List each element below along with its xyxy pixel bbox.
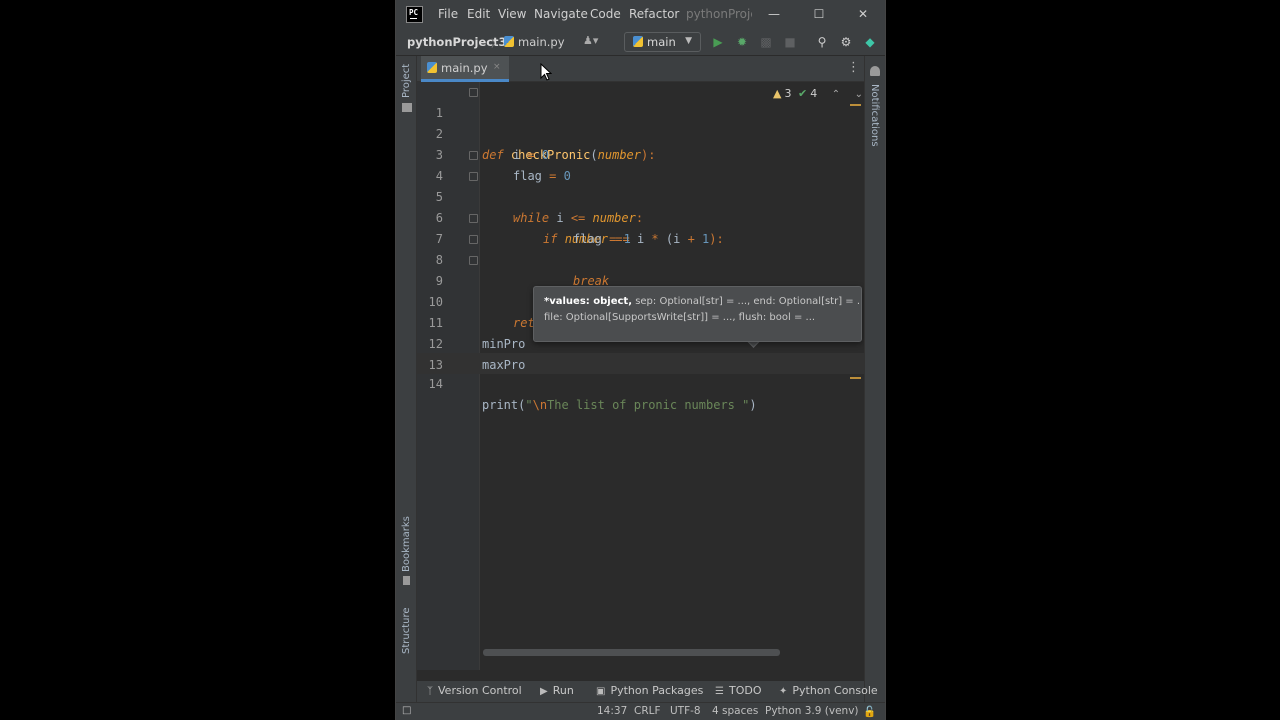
python-file-icon xyxy=(504,36,514,47)
menu-file[interactable]: File xyxy=(438,7,458,21)
run-config-label: main xyxy=(647,35,676,49)
menu-code[interactable]: Code xyxy=(590,7,621,21)
code-line: 5 if number == i * (i + 1): xyxy=(417,166,864,246)
python-console-button[interactable]: ✦ Python Console xyxy=(779,684,878,697)
python-icon xyxy=(633,36,643,47)
toggle-tool-windows-icon[interactable]: □ xyxy=(402,705,411,716)
breadcrumb-file-label: main.py xyxy=(518,35,565,49)
fold-marker-icon[interactable] xyxy=(469,235,478,244)
menu-view[interactable]: View xyxy=(498,7,526,21)
more-vertical-icon[interactable]: ⋮ xyxy=(847,60,860,75)
code-text: print("\nThe list of pronic numbers ") xyxy=(482,398,757,412)
fold-marker-icon[interactable] xyxy=(469,256,478,265)
run-tool-button[interactable]: ▶ Run xyxy=(540,684,574,697)
code-line: 4 while i <= number: xyxy=(417,145,864,225)
code-line: 7 break xyxy=(417,208,864,288)
window-project-title: pythonProjec xyxy=(686,7,752,21)
project-tool-button[interactable]: Project xyxy=(401,64,412,98)
code-line: 1 def checkPronic(number): xyxy=(417,82,864,162)
user-icon[interactable]: ♟▾ xyxy=(583,34,598,47)
breadcrumb-file[interactable]: main.py xyxy=(504,35,565,49)
code-line: 8 i = i + 1 xyxy=(417,229,864,309)
editor-tab-bar: main.py × ⋮ xyxy=(417,56,864,82)
menu-refactor[interactable]: Refactor xyxy=(629,7,679,21)
code-line: 14 print("\nThe list of pronic numbers "… xyxy=(417,353,864,412)
python-interpreter[interactable]: Python 3.9 (venv) xyxy=(765,705,859,717)
fold-marker-icon[interactable] xyxy=(469,172,478,181)
right-tool-strip: Notifications xyxy=(864,56,885,702)
folder-icon xyxy=(402,103,412,112)
close-tab-icon[interactable]: × xyxy=(493,62,501,72)
horizontal-scrollbar[interactable] xyxy=(483,649,780,656)
notifications-bell-icon[interactable] xyxy=(870,66,880,76)
notifications-tool-button[interactable]: Notifications xyxy=(869,84,880,147)
code-line: 3 flag = 0 xyxy=(417,124,864,183)
tab-main-py[interactable]: main.py × xyxy=(421,56,509,82)
minimize-button[interactable]: — xyxy=(765,5,783,23)
left-tool-strip: Project Bookmarks Structure xyxy=(396,56,417,702)
python-packages-button[interactable]: ▣ Python Packages xyxy=(596,684,703,697)
jetbrains-toolbox-icon[interactable]: ◆ xyxy=(862,34,878,50)
pycharm-window: PC File Edit View Navigate Code Refactor… xyxy=(395,0,886,720)
packages-icon: ▣ xyxy=(596,686,606,697)
branch-icon: ᛉ xyxy=(427,686,433,697)
chevron-down-icon: ▼ xyxy=(685,36,692,46)
bookmark-icon xyxy=(403,576,410,585)
mouse-pointer-icon xyxy=(540,63,552,81)
line-separator[interactable]: CRLF xyxy=(634,705,661,717)
line-number: 14 xyxy=(428,377,443,391)
error-stripe-marker[interactable] xyxy=(850,104,861,106)
menu-navigate[interactable]: Navigate xyxy=(534,7,588,21)
tab-label: main.py xyxy=(441,61,488,75)
breadcrumb-separator: 〉 xyxy=(491,39,501,50)
tool-label: Run xyxy=(552,684,574,697)
fold-marker-icon[interactable] xyxy=(469,88,478,97)
logo-text: PC xyxy=(409,8,419,17)
tool-label: Python Packages xyxy=(610,684,704,697)
run-config-dropdown[interactable]: main ▼ xyxy=(624,32,701,52)
console-icon: ✦ xyxy=(779,686,788,697)
settings-gear-icon[interactable]: ⚙ xyxy=(838,34,854,50)
stop-icon[interactable]: ■ xyxy=(782,34,798,50)
pycharm-logo-icon[interactable]: PC xyxy=(406,6,423,23)
error-stripe-marker[interactable] xyxy=(850,377,861,379)
tool-label: Python Console xyxy=(792,684,878,697)
todo-button[interactable]: ☰ TODO xyxy=(715,684,761,697)
caret-position[interactable]: 14:37 xyxy=(597,705,627,717)
parameter-info-popup: *values: object, sep: Optional[str] = ..… xyxy=(533,286,862,342)
tool-label: Version Control xyxy=(438,684,522,697)
param-hint-line-2: file: Optional[SupportsWrite[str]] = ...… xyxy=(544,312,816,323)
code-line: 9 return flag xyxy=(417,250,864,330)
code-line: 6 flag = 1 xyxy=(417,187,864,246)
code-line: 2 i = 0 xyxy=(417,103,864,162)
tool-window-bar: ᛉ Version Control ▶ Run ▣ Python Packages ☰… xyxy=(417,681,878,702)
search-icon[interactable]: ⚲ xyxy=(814,34,830,50)
run-icon: ▶ xyxy=(540,686,548,697)
menu-edit[interactable]: Edit xyxy=(467,7,490,21)
lock-icon[interactable]: 🔓 xyxy=(863,705,876,718)
run-icon[interactable]: ▶ xyxy=(710,34,726,50)
python-file-icon xyxy=(427,62,437,73)
debug-icon[interactable]: ✹ xyxy=(734,34,750,50)
status-bar: □ 14:37 CRLF UTF-8 4 spaces Python 3.9 (… xyxy=(396,702,885,720)
coverage-icon[interactable]: ▩ xyxy=(758,34,774,50)
code-editor[interactable]: ▲ 3 ✔ 4 ⌃ ⌄ 1 def checkPronic(number): 2 i… xyxy=(417,82,864,670)
fold-marker-icon[interactable] xyxy=(469,214,478,223)
tool-label: TODO xyxy=(728,684,762,697)
menu-bar: PC File Edit View Navigate Code Refactor… xyxy=(396,0,885,29)
file-encoding[interactable]: UTF-8 xyxy=(670,705,701,717)
version-control-button[interactable]: ᛉ Version Control xyxy=(427,684,522,697)
bookmarks-tool-button[interactable]: Bookmarks xyxy=(401,516,412,572)
navigation-bar: pythonProject3 〉 main.py ♟▾ main ▼ ▶ ✹ ▩… xyxy=(396,29,885,56)
fold-marker-icon[interactable] xyxy=(469,151,478,160)
todo-icon: ☰ xyxy=(715,686,724,697)
indent-setting[interactable]: 4 spaces xyxy=(712,705,758,717)
maximize-button[interactable]: ☐ xyxy=(810,5,828,23)
structure-tool-button[interactable]: Structure xyxy=(401,607,412,654)
close-window-button[interactable]: ✕ xyxy=(854,5,872,23)
param-hint-line-1: *values: object, sep: Optional[str] = ..… xyxy=(544,296,862,307)
